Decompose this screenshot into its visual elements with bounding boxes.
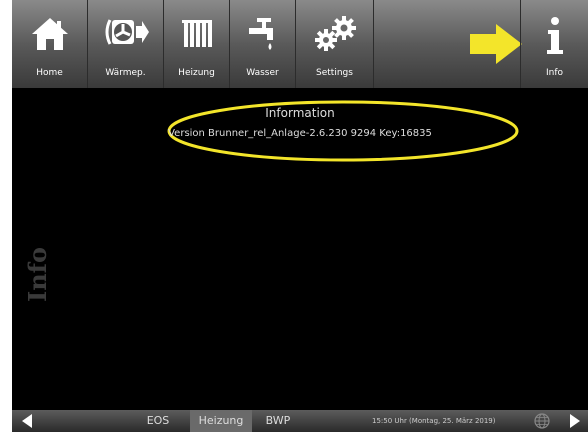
radiator-icon	[180, 16, 214, 64]
previous-arrow-icon[interactable]	[22, 414, 32, 428]
toolbar-heat-pump-button[interactable]: Wärmep.	[88, 0, 164, 88]
toolbar-water-button[interactable]: Wasser	[230, 0, 296, 88]
toolbar-settings-label: Settings	[316, 68, 353, 78]
toolbar-info-button[interactable]: Info	[520, 0, 588, 88]
yellow-arrow-icon	[468, 22, 524, 70]
toolbar-home-label: Home	[36, 68, 63, 78]
tab-heizung[interactable]: Heizung	[190, 410, 252, 432]
next-arrow-icon[interactable]	[570, 414, 580, 428]
top-toolbar: Home Wärmep. Heizung Wasser Settings Inf…	[12, 0, 588, 88]
toolbar-settings-button[interactable]: Settings	[296, 0, 374, 88]
toolbar-heat-pump-label: Wärmep.	[105, 68, 146, 78]
screen: Home Wärmep. Heizung Wasser Settings Inf…	[12, 0, 588, 432]
toolbar-spacer	[374, 0, 522, 88]
water-tap-icon	[247, 16, 279, 64]
heat-pump-icon	[102, 16, 150, 64]
toolbar-heating-label: Heizung	[178, 68, 215, 78]
side-label-text: Info	[23, 246, 53, 303]
tab-eos[interactable]: EOS	[136, 410, 180, 432]
datetime-text: 15:50 Uhr (Montag, 25. März 2019)	[372, 417, 496, 425]
info-icon	[543, 16, 567, 64]
bottom-status-bar: EOS Heizung BWP 15:50 Uhr (Montag, 25. M…	[12, 410, 588, 432]
gears-icon	[313, 16, 357, 64]
tab-bwp[interactable]: BWP	[256, 410, 300, 432]
toolbar-water-label: Wasser	[246, 68, 279, 78]
version-text: Version Brunner_rel_Anlage-2.6.230 9294 …	[168, 128, 432, 139]
home-icon	[30, 16, 70, 64]
toolbar-heating-button[interactable]: Heizung	[164, 0, 230, 88]
globe-icon[interactable]	[534, 413, 550, 433]
toolbar-info-label: Info	[545, 68, 564, 78]
information-title: Information	[265, 106, 335, 120]
toolbar-home-button[interactable]: Home	[12, 0, 88, 88]
page-side-label: Info	[23, 230, 70, 310]
